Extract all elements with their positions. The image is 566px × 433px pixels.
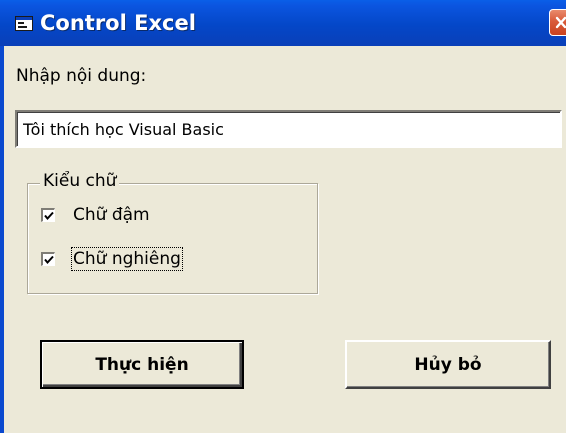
content-input[interactable] bbox=[15, 110, 562, 148]
content-label: Nhập nội dung: bbox=[16, 66, 147, 86]
bold-checkbox[interactable] bbox=[41, 208, 55, 222]
italic-checkbox[interactable] bbox=[41, 252, 55, 266]
dialog-window: Control Excel Nhập nội dung: Kiểu chữ Ch… bbox=[0, 0, 566, 433]
title-bar[interactable]: Control Excel bbox=[0, 0, 566, 46]
cancel-button[interactable]: Hủy bỏ bbox=[345, 340, 551, 389]
checkmark-icon bbox=[44, 211, 54, 221]
italic-checkbox-label: Chữ nghiêng bbox=[71, 247, 183, 271]
close-button[interactable] bbox=[549, 9, 566, 36]
execute-button[interactable]: Thực hiện bbox=[40, 340, 244, 389]
italic-checkbox-row[interactable]: Chữ nghiêng bbox=[41, 247, 183, 271]
font-style-frame bbox=[27, 183, 318, 294]
bold-checkbox-label: Chữ đậm bbox=[73, 205, 150, 225]
window-frame-border bbox=[0, 46, 4, 433]
window-title: Control Excel bbox=[40, 11, 196, 35]
close-icon bbox=[550, 16, 566, 39]
font-style-legend: Kiểu chữ bbox=[40, 171, 120, 191]
form-icon bbox=[15, 16, 33, 31]
bold-checkbox-row[interactable]: Chữ đậm bbox=[41, 203, 150, 227]
checkmark-icon bbox=[44, 255, 54, 265]
